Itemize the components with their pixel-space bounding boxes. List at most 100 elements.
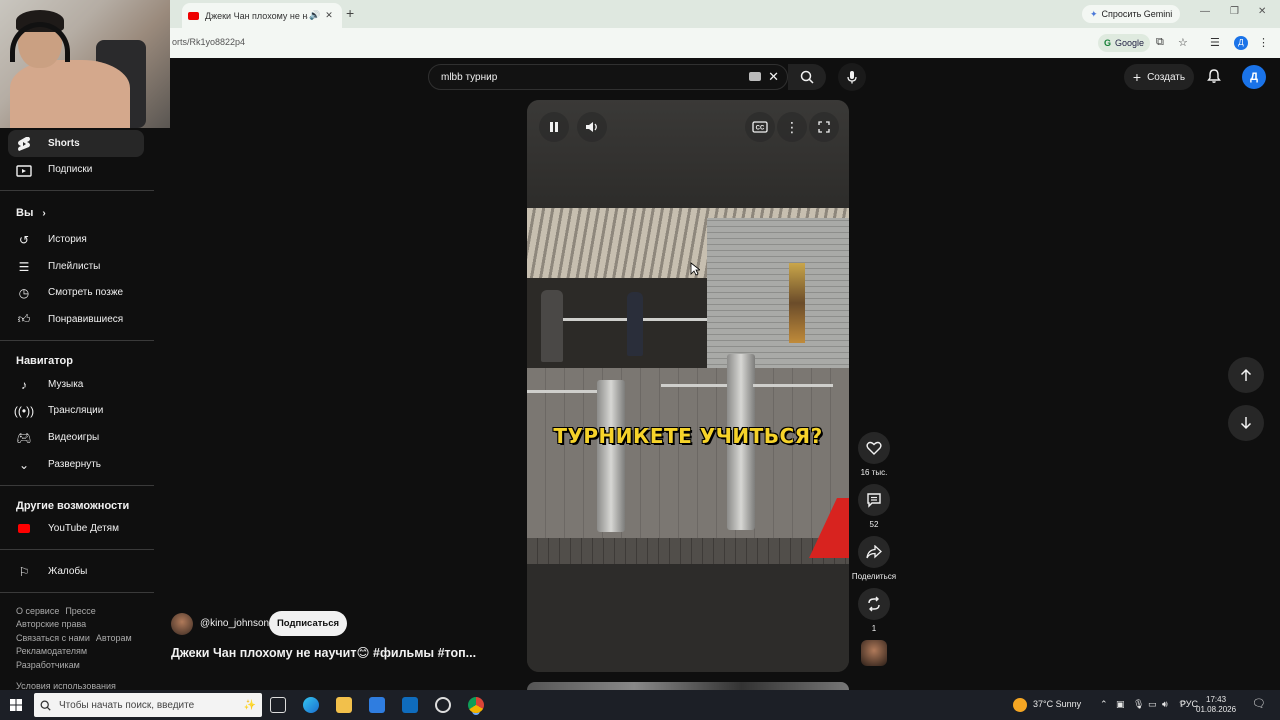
sidebar-item-subscriptions[interactable]: Подписки	[8, 156, 144, 183]
pause-button[interactable]	[539, 112, 569, 142]
windows-start-icon[interactable]	[10, 699, 22, 711]
reading-list-icon[interactable]: ☰	[1210, 36, 1220, 49]
tab-audio-icon[interactable]: 🔊	[308, 10, 322, 21]
file-explorer-icon[interactable]	[336, 697, 352, 713]
scene-person-left	[541, 290, 563, 362]
new-tab-icon[interactable]: +	[346, 5, 354, 21]
sidebar-divider	[0, 592, 154, 593]
volume-icon	[586, 122, 597, 132]
previous-short-button[interactable]	[1228, 357, 1264, 393]
sound-source-thumbnail[interactable]	[861, 640, 887, 666]
search-input-value: mlbb турнир	[441, 71, 498, 83]
footer-link-contact[interactable]: Связаться с нами	[16, 633, 90, 643]
task-view-icon[interactable]	[270, 697, 286, 713]
sidebar-you-heading[interactable]: Вы ›	[16, 207, 46, 219]
footer-link-creators[interactable]: Авторам	[96, 633, 132, 643]
sidebar-item-label: Shorts	[48, 138, 80, 149]
browser-menu-icon[interactable]: ⋮	[1258, 36, 1269, 49]
tray-microphone-icon[interactable]: 🎙︎	[1133, 699, 1144, 710]
taskbar-clock[interactable]: 17:43 01.08.2026	[1196, 695, 1236, 715]
sidebar-item-watch-later[interactable]: ◷ Смотреть позже	[8, 279, 144, 306]
tray-chevron-up-icon[interactable]: ⌃	[1100, 699, 1108, 710]
search-input[interactable]: mlbb турнир ✕	[428, 64, 788, 90]
captions-button[interactable]: CC	[745, 112, 775, 142]
ask-gemini-button[interactable]: ✦ Спросить Gemini	[1082, 5, 1181, 23]
sidebar-item-label: Трансляции	[48, 405, 104, 416]
browser-tab-active[interactable]: Джеки Чан плохому не на 🔊 ✕	[182, 3, 342, 28]
clear-search-icon[interactable]: ✕	[768, 69, 779, 85]
arrow-down-icon	[1240, 417, 1252, 430]
install-app-icon[interactable]: ⧉	[1156, 36, 1164, 49]
more-options-button[interactable]: ⋮	[777, 112, 807, 142]
keyboard-icon[interactable]	[749, 72, 761, 81]
shorts-player[interactable]: ТУРНИКЕТЕ УЧИТЬСЯ? CC ⋮	[527, 100, 849, 672]
shorts-icon	[16, 136, 32, 152]
tab-close-icon[interactable]: ✕	[322, 10, 336, 21]
sidebar-item-music[interactable]: ♪ Музыка	[8, 371, 144, 398]
notifications-button[interactable]	[1206, 68, 1222, 89]
youtube-kids-icon	[16, 521, 32, 537]
next-short-preview[interactable]	[527, 682, 849, 690]
flag-icon: ⚐	[18, 564, 30, 579]
sidebar-item-report[interactable]: ⚐ Жалобы	[8, 558, 144, 585]
footer-link-press[interactable]: Прессе	[65, 606, 96, 616]
tab-title: Джеки Чан плохому не на	[205, 10, 308, 21]
scene-floor-tiles	[527, 538, 849, 564]
store-icon[interactable]	[369, 697, 385, 713]
sidebar-item-history[interactable]: ↺ История	[8, 226, 144, 253]
browser-profile-avatar[interactable]: Д	[1234, 36, 1248, 50]
search-icon	[800, 70, 814, 84]
tray-volume-icon[interactable]: 🔊︎	[1162, 699, 1168, 710]
maximize-icon[interactable]: ❐	[1230, 6, 1239, 17]
video-title[interactable]: Джеки Чан плохому не научит😊 #фильмы #то…	[171, 645, 501, 660]
sidebar-item-live[interactable]: ((•)) Трансляции	[8, 397, 144, 424]
sidebar-item-shorts[interactable]: Shorts	[8, 130, 144, 157]
sidebar-item-liked[interactable]: 👍︎ Понравившиеся	[8, 306, 144, 333]
like-count: 16 тыс.	[860, 468, 888, 477]
sidebar-item-label: Подписки	[48, 164, 93, 175]
like-button[interactable]	[858, 432, 890, 464]
remix-button[interactable]	[858, 588, 890, 620]
search-button[interactable]	[788, 64, 826, 90]
share-button[interactable]	[858, 536, 890, 568]
footer-link-about[interactable]: О сервисе	[16, 606, 59, 616]
sidebar-item-playlists[interactable]: ☰ Плейлисты	[8, 253, 144, 280]
voice-search-button[interactable]	[838, 63, 866, 91]
tray-battery-icon[interactable]: ▭	[1148, 699, 1157, 710]
sidebar-item-gaming[interactable]: 🎮︎ Видеоигры	[8, 424, 144, 451]
comments-button[interactable]	[858, 484, 890, 516]
volume-button[interactable]	[577, 112, 607, 142]
sidebar-item-expand[interactable]: ⌄ Развернуть	[8, 451, 144, 478]
mail-icon[interactable]	[402, 697, 418, 713]
footer-link-developers[interactable]: Разработчикам	[16, 660, 80, 670]
sidebar-divider	[0, 340, 154, 341]
edge-browser-icon[interactable]	[303, 697, 319, 713]
minimize-icon[interactable]: —	[1200, 6, 1210, 17]
channel-name[interactable]: @kino_johnson	[200, 618, 269, 629]
account-avatar[interactable]: Д	[1242, 65, 1266, 89]
next-short-button[interactable]	[1228, 405, 1264, 441]
obs-studio-icon[interactable]	[435, 697, 451, 713]
bell-icon	[1207, 69, 1221, 83]
window-close-icon[interactable]: ✕	[1258, 6, 1266, 17]
sidebar-item-label: Музыка	[48, 379, 84, 390]
fullscreen-button[interactable]	[809, 112, 839, 142]
subscribe-button[interactable]: Подписаться	[269, 611, 347, 636]
tray-network-device-icon[interactable]: ▣	[1116, 699, 1125, 710]
footer-link-advertise[interactable]: Рекламодателям	[16, 646, 87, 656]
sidebar-divider	[0, 190, 154, 191]
sidebar-item-youtube-kids[interactable]: YouTube Детям	[8, 515, 144, 542]
remix-icon	[868, 596, 880, 612]
google-lens-chip[interactable]: G Google	[1098, 34, 1151, 52]
bookmark-star-icon[interactable]: ☆	[1178, 36, 1188, 49]
create-button[interactable]: + Создать	[1124, 64, 1194, 90]
taskbar-search-input[interactable]: Чтобы начать поиск, введите ✨	[34, 693, 262, 717]
notification-center-icon[interactable]: 🗨︎	[1252, 697, 1266, 710]
chrome-browser-icon[interactable]	[468, 697, 484, 713]
clock-time: 17:43	[1206, 695, 1227, 704]
google-icon: G	[1104, 38, 1112, 48]
footer-link-copyright[interactable]: Авторские права	[16, 619, 86, 629]
weather-text[interactable]: 37°C Sunny	[1033, 699, 1081, 709]
channel-avatar[interactable]	[171, 613, 193, 635]
url-field[interactable]: orts/Rk1yo8822p4	[172, 37, 245, 47]
